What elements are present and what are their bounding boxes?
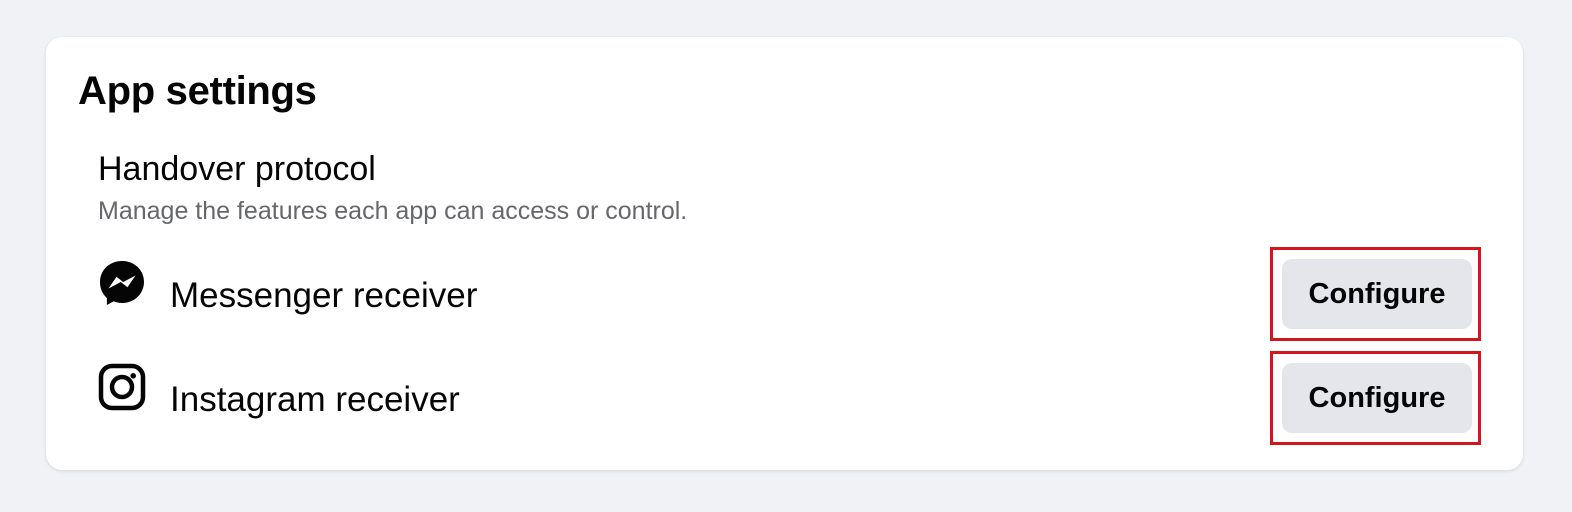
instagram-receiver-label: Instagram receiver bbox=[170, 380, 460, 419]
messenger-configure-highlight: Configure bbox=[1270, 247, 1481, 341]
instagram-icon bbox=[98, 363, 146, 411]
messenger-icon bbox=[98, 259, 146, 307]
handover-protocol-description: Manage the features each app can access … bbox=[98, 197, 688, 225]
app-settings-card: App settings Handover protocol Manage th… bbox=[46, 37, 1523, 470]
instagram-configure-highlight: Configure bbox=[1270, 351, 1481, 445]
messenger-configure-button[interactable]: Configure bbox=[1282, 259, 1472, 329]
instagram-configure-button[interactable]: Configure bbox=[1282, 363, 1472, 433]
messenger-receiver-label: Messenger receiver bbox=[170, 276, 478, 315]
instagram-receiver-row: Instagram receiver Configure bbox=[98, 351, 1481, 447]
handover-protocol-title: Handover protocol bbox=[98, 150, 376, 188]
messenger-receiver-row: Messenger receiver Configure bbox=[98, 247, 1481, 343]
page-title: App settings bbox=[78, 69, 317, 113]
